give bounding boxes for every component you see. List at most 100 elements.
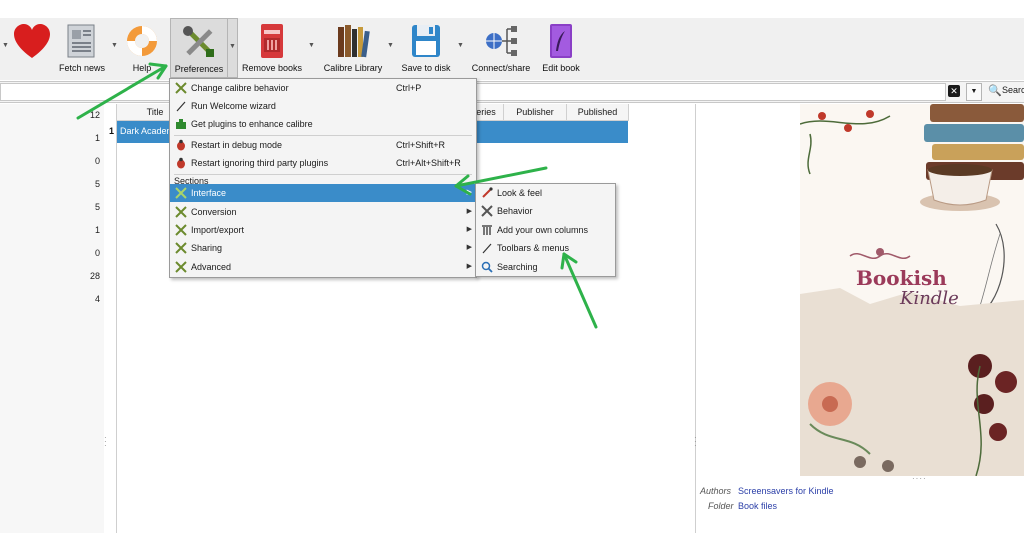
tools-icon: [175, 82, 187, 94]
tools-icon: [175, 242, 187, 254]
fetch-news-label: Fetch news: [58, 63, 106, 73]
splitter-handle[interactable]: · · ·: [694, 434, 697, 450]
help-button[interactable]: Help: [122, 18, 162, 78]
search-bar-row: ✕ ▼ 🔍 Searc: [0, 81, 1024, 103]
count-item: 1: [94, 133, 100, 143]
brush-icon: [481, 187, 493, 199]
submenu-item-toolbars-menus[interactable]: Toolbars & menus: [476, 239, 615, 257]
book-cover-image: Bookish Kindle: [800, 104, 1024, 476]
menu-item-sharing[interactable]: Sharing ▶: [170, 239, 476, 257]
preferences-dropdown[interactable]: ▼: [227, 18, 238, 78]
edit-book-button[interactable]: Edit book: [538, 18, 584, 78]
chevron-down-icon[interactable]: ▼: [111, 42, 118, 49]
fetch-news-button[interactable]: Fetch news: [56, 18, 108, 78]
purple-book-icon: [543, 21, 579, 61]
chevron-down-icon: ▼: [229, 43, 236, 50]
menu-item-interface[interactable]: Interface ▶: [170, 184, 476, 202]
cover-title-line1: Bookish: [856, 266, 947, 290]
bug-icon: [175, 157, 187, 169]
authors-link[interactable]: Screensavers for Kindle: [738, 486, 834, 496]
lifebuoy-icon: [124, 21, 160, 61]
menu-item-conversion[interactable]: Conversion ▶: [170, 203, 476, 221]
count-item: 4: [94, 294, 100, 304]
trash-icon: [254, 21, 290, 61]
connect-share-button[interactable]: Connect/share: [468, 18, 534, 78]
splitter-handle[interactable]: · · ·: [104, 434, 107, 450]
count-item: 5: [94, 202, 100, 212]
plugin-icon: [175, 118, 187, 130]
menu-separator: [174, 174, 472, 175]
save-to-disk-button[interactable]: Save to disk: [398, 18, 454, 78]
floppy-icon: [408, 21, 444, 61]
count-item: 12: [89, 110, 100, 120]
preferences-button[interactable]: Preferences: [170, 18, 228, 78]
count-item: 28: [89, 271, 100, 281]
chevron-down-icon[interactable]: ▼: [308, 42, 315, 49]
wand-icon: [481, 242, 493, 254]
authors-key: Authors: [700, 486, 732, 496]
tools-icon: [175, 261, 187, 273]
columns-icon: [481, 224, 493, 236]
menu-item-change-calibre-behavior[interactable]: Change calibre behavior Ctrl+P: [170, 79, 476, 97]
submenu-item-behavior[interactable]: Behavior: [476, 202, 615, 220]
network-icon: [483, 21, 519, 61]
menu-item-restart-ignoring-plugins[interactable]: Restart ignoring third party plugins Ctr…: [170, 154, 476, 172]
row-number: 1: [109, 126, 115, 136]
tools-icon: [175, 187, 187, 199]
chevron-down-icon[interactable]: ▼: [2, 42, 9, 49]
count-item: 5: [94, 179, 100, 189]
bug-icon: [175, 139, 187, 151]
splitter-handle[interactable]: ····: [912, 474, 927, 483]
calibre-library-button[interactable]: Calibre Library: [320, 18, 386, 78]
clear-search-icon[interactable]: ✕: [948, 85, 960, 97]
submenu-item-searching[interactable]: Searching: [476, 258, 615, 276]
count-item: 0: [94, 156, 100, 166]
chevron-down-icon[interactable]: ▼: [387, 42, 394, 49]
folder-link[interactable]: Book files: [738, 501, 777, 511]
save-to-disk-label: Save to disk: [401, 63, 451, 73]
submenu-item-look-and-feel[interactable]: Look & feel: [476, 184, 615, 202]
help-label: Help: [132, 63, 152, 73]
magnifier-icon: 🔍: [988, 85, 1002, 97]
search-button[interactable]: Searc: [1002, 85, 1024, 95]
remove-books-button[interactable]: Remove books: [240, 18, 304, 78]
edit-book-label: Edit book: [542, 63, 580, 73]
chevron-right-icon: ▶: [466, 189, 472, 196]
remove-books-label: Remove books: [241, 63, 303, 73]
calibre-library-label: Calibre Library: [323, 63, 383, 73]
submenu-item-add-columns[interactable]: Add your own columns: [476, 221, 615, 239]
tools-icon: [181, 22, 217, 62]
chevron-right-icon: ▶: [466, 244, 472, 251]
tools-icon: [481, 205, 493, 217]
books-icon: [335, 21, 371, 61]
count-item: 1: [94, 225, 100, 235]
preferences-label: Preferences: [174, 64, 224, 74]
column-header-published[interactable]: Published: [567, 104, 629, 121]
chevron-right-icon: ▶: [466, 263, 472, 270]
folder-key: Folder: [708, 501, 734, 511]
book-details-panel: Authors Screensavers for Kindle Folder B…: [700, 486, 1024, 526]
menu-item-advanced[interactable]: Advanced ▶: [170, 258, 476, 276]
search-history-dropdown[interactable]: ▼: [966, 83, 982, 101]
tools-icon: [175, 206, 187, 218]
interface-submenu: Look & feel Behavior Add your own column…: [475, 183, 616, 277]
menu-item-import-export[interactable]: Import/export ▶: [170, 221, 476, 239]
tag-browser: 12 1 0 5 5 1 0 28 4: [0, 104, 104, 533]
wand-icon: [175, 100, 187, 112]
connect-share-label: Connect/share: [471, 63, 531, 73]
newspaper-icon: [64, 21, 100, 61]
chevron-right-icon: ▶: [466, 226, 472, 233]
cover-title-line2: Kindle: [900, 288, 959, 309]
menu-item-run-welcome-wizard[interactable]: Run Welcome wizard: [170, 97, 476, 115]
menu-item-get-plugins[interactable]: Get plugins to enhance calibre: [170, 115, 476, 133]
preferences-menu: Change calibre behavior Ctrl+P Run Welco…: [169, 78, 477, 278]
heart-icon[interactable]: [12, 22, 52, 62]
tools-icon: [175, 224, 187, 236]
menu-item-restart-debug[interactable]: Restart in debug mode Ctrl+Shift+R: [170, 136, 476, 154]
row-title: Dark Acaden: [120, 126, 172, 136]
chevron-right-icon: ▶: [466, 208, 472, 215]
count-item: 0: [94, 248, 100, 258]
chevron-down-icon[interactable]: ▼: [457, 42, 464, 49]
main-toolbar: ▼ Fetch news ▼ Help Preferences ▼ Remove…: [0, 18, 1024, 80]
column-header-publisher[interactable]: Publisher: [504, 104, 567, 121]
